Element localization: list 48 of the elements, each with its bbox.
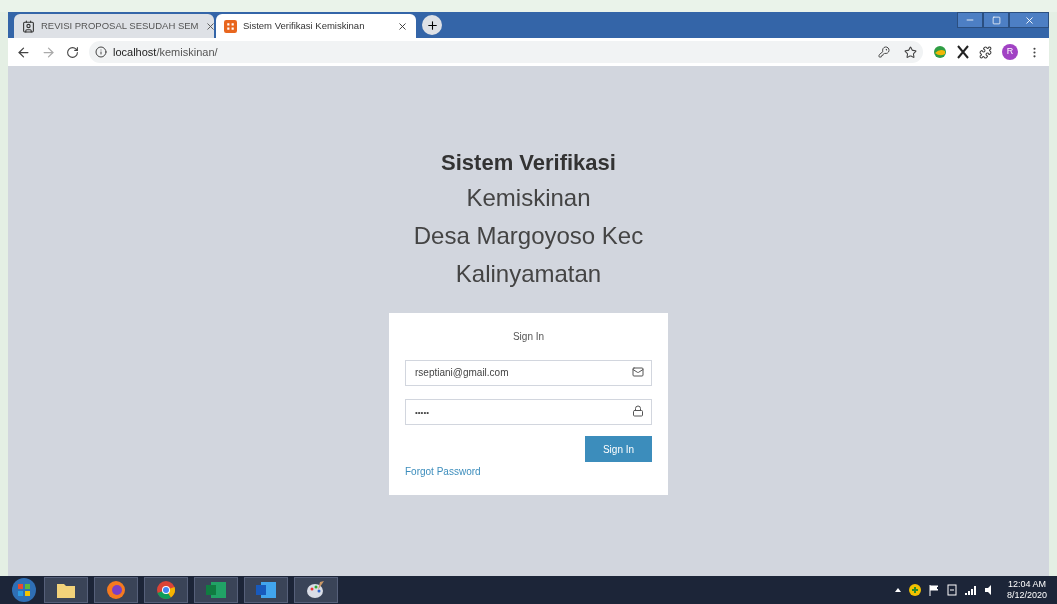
globe-icon[interactable] [933,45,947,59]
x-icon[interactable] [957,45,969,59]
key-icon[interactable] [878,46,890,58]
profile-avatar[interactable]: R [1002,44,1018,60]
clock-date[interactable]: 8/12/2020 [1006,590,1047,601]
envelope-icon [632,366,644,378]
chrome-taskbar-icon[interactable] [144,577,188,603]
star-icon[interactable] [904,45,917,59]
close-icon[interactable] [204,20,216,32]
forgot-password-link[interactable]: Forgot Password [405,464,481,479]
password-field[interactable]: ••••• [405,399,652,425]
email-field[interactable]: rseptiani@gmail.com [405,359,652,386]
page-subtitle: Kemiskinan [466,183,591,213]
tab-title: REVISI PROPOSAL SESUDAH SEM [41,18,199,33]
info-icon[interactable] [95,46,107,58]
browser-tab[interactable]: Sistem Verifikasi Kemiskinan [216,14,416,38]
start-icon[interactable] [10,577,38,603]
page-subtitle: Kalinyamatan [455,259,602,289]
minimize-button[interactable] [957,12,983,28]
plus-icon [425,18,439,32]
page-subtitle: Desa Margoyoso Kec [413,221,644,251]
maximize-icon [991,15,1001,25]
url-text: localhost/kemiskinan/ [113,44,218,60]
browser-taskbar-icon[interactable] [94,577,138,603]
new-tab-button[interactable] [422,15,442,35]
grid-icon [224,19,237,33]
close-icon[interactable] [397,20,408,32]
sign-in-button[interactable]: Sign In [585,436,652,462]
browser-tab[interactable]: REVISI PROPOSAL SESUDAH SEM [14,14,214,38]
close-button[interactable] [1009,12,1049,28]
paint-taskbar-icon[interactable] [294,577,338,603]
spreadsheet-taskbar-icon[interactable] [194,577,238,603]
caret-icon[interactable] [894,588,901,592]
page-title: Sistem Verifikasi [441,149,616,177]
document-taskbar-icon[interactable] [244,577,288,603]
extensions-icon[interactable] [979,45,992,59]
maximize-button[interactable] [983,12,1009,28]
clock-time[interactable]: 12:04 AM [1007,579,1046,590]
address-bar[interactable]: localhost/kemiskinan/ [89,41,923,63]
form-heading: Sign In [512,330,545,344]
flag-icon[interactable] [928,584,939,596]
back-icon[interactable] [16,44,31,60]
close-icon [1023,14,1035,26]
folder-taskbar-icon[interactable] [44,577,88,603]
lock-icon [632,404,644,417]
signal-icon[interactable] [964,585,977,595]
tab-title: Sistem Verifikasi Kemiskinan [243,18,366,33]
reload-icon[interactable] [66,45,79,59]
